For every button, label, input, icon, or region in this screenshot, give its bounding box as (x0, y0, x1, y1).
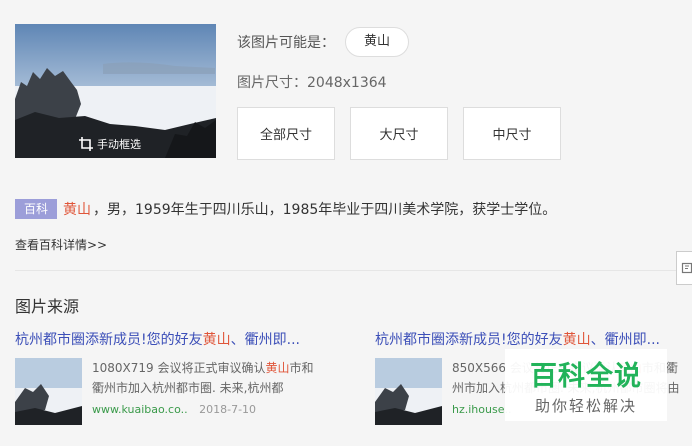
baike-description: ，男，1959年生于四川乐山，1985年毕业于四川美术学院，获学士学位。 (93, 202, 557, 218)
source-photo (375, 358, 442, 425)
watermark-title: 百科全说 (530, 361, 642, 392)
crop-icon (79, 137, 93, 151)
guess-row: 该图片可能是： 黄山 (237, 27, 410, 57)
all-size-button[interactable]: 全部尺寸 (237, 107, 335, 160)
medium-size-button[interactable]: 中尺寸 (463, 107, 561, 160)
manual-crop-label: 手动框选 (97, 138, 141, 151)
source-site-link[interactable]: hz.ihouse.. (452, 403, 511, 416)
divider (15, 270, 692, 271)
baike-name-link[interactable]: 黄山 (63, 199, 91, 219)
source-thumbnail[interactable] (15, 358, 82, 425)
preview-image[interactable]: 手动框选 (15, 24, 216, 158)
source-snippet-highlight: 黄山 (265, 361, 290, 375)
size-filter-group: 全部尺寸 大尺寸 中尺寸 (237, 107, 561, 160)
source-meta: www.kuaibao.co.. 2018-7-10 (92, 403, 324, 416)
source-title-part: 、衢州即... (230, 332, 300, 348)
side-feedback-tab[interactable] (676, 251, 692, 285)
source-title-part: 、衢州即... (590, 332, 660, 348)
baike-tag: 百科 (15, 199, 58, 219)
source-date: 2018-7-10 (199, 403, 257, 416)
baike-more-link[interactable]: 查看百科详情>> (15, 236, 107, 253)
image-sources-title: 图片来源 (15, 297, 80, 316)
source-title-link[interactable]: 杭州都市圈添新成员!您的好友黄山、衢州即... (375, 329, 692, 349)
manual-crop-button[interactable]: 手动框选 (79, 136, 141, 152)
source-site-link[interactable]: www.kuaibao.co.. (92, 403, 188, 416)
source-title-highlight: 黄山 (202, 332, 231, 348)
guess-label: 该图片可能是： (237, 35, 335, 51)
large-size-button[interactable]: 大尺寸 (350, 107, 448, 160)
source-title-link[interactable]: 杭州都市圈添新成员!您的好友黄山、衢州即... (15, 329, 335, 349)
guess-chip[interactable]: 黄山 (345, 27, 410, 57)
source-thumbnail[interactable] (375, 358, 442, 425)
source-title-part: 杭州都市圈添新成员!您的好友 (375, 332, 563, 348)
baike-summary: 百科 黄山 ，男，1959年生于四川乐山，1985年毕业于四川美术学院，获学士学… (15, 199, 556, 219)
source-title-part: 杭州都市圈添新成员!您的好友 (15, 332, 203, 348)
source-snippet-part: 1080X719 会议将正式审议确认 (92, 361, 266, 375)
watermark-logo: 百科全说 助你轻松解决 (505, 349, 667, 421)
source-photo (15, 358, 82, 425)
source-title-highlight: 黄山 (562, 332, 591, 348)
watermark-subtitle: 助你轻松解决 (534, 397, 637, 415)
feedback-icon (681, 262, 692, 274)
source-body: 1080X719 会议将正式审议确认黄山市和衢州市加入杭州都市圈. 未来,杭州都… (15, 358, 335, 425)
source-snippet: 1080X719 会议将正式审议确认黄山市和衢州市加入杭州都市圈. 未来,杭州都 (92, 358, 324, 398)
source-card: 杭州都市圈添新成员!您的好友黄山、衢州即... 1080X719 会议将正式审议… (15, 329, 335, 425)
image-size-label: 图片尺寸：2048x1364 (237, 75, 387, 91)
